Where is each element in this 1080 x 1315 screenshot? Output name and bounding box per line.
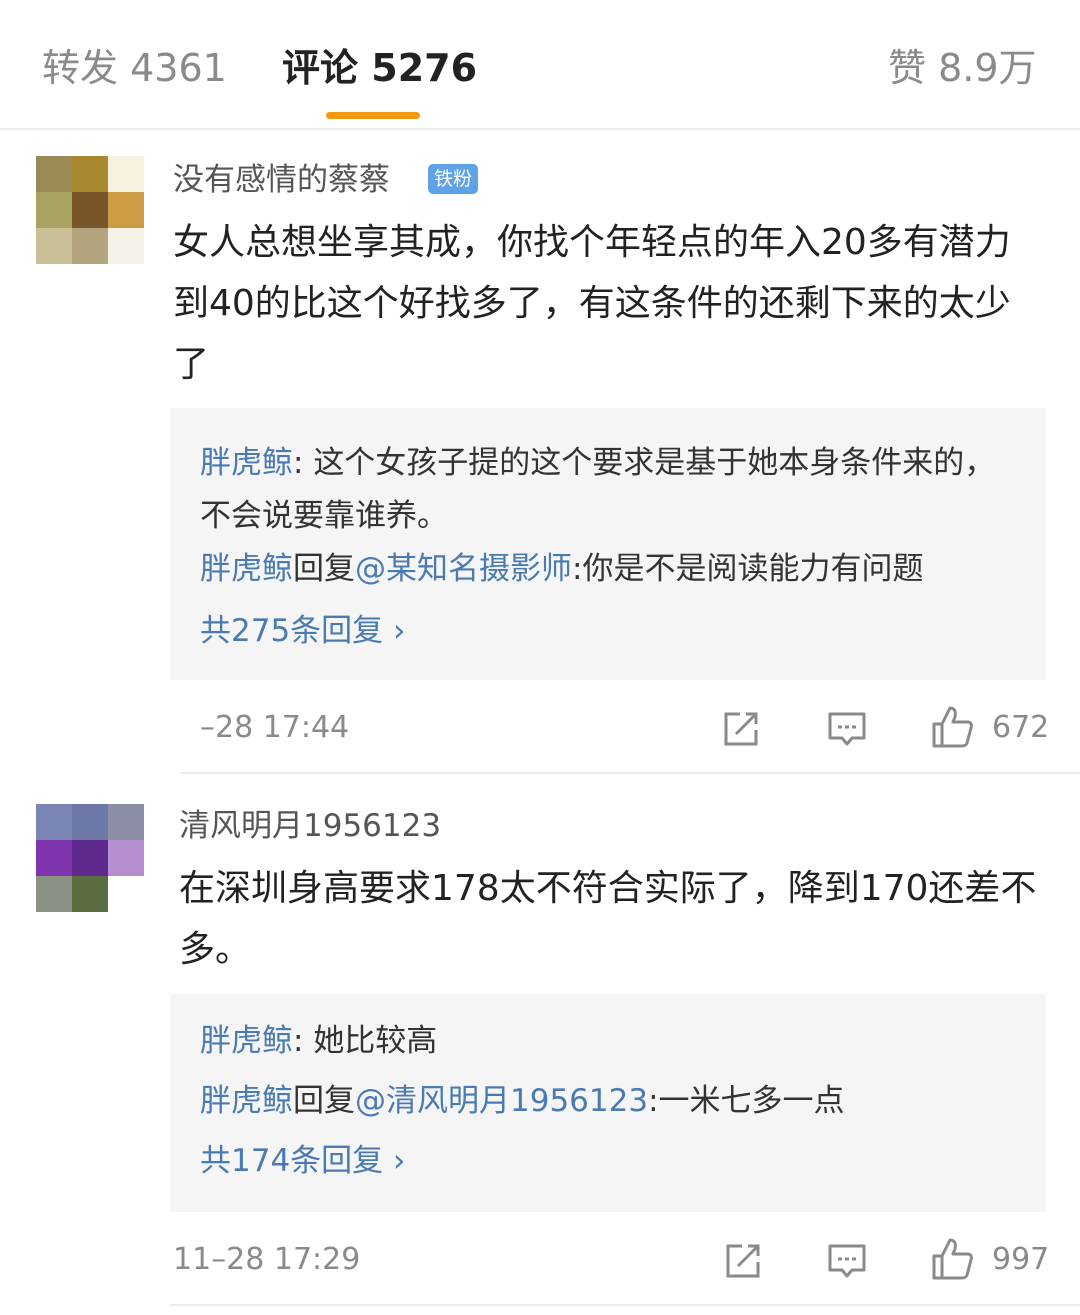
- like-count: 672: [992, 710, 1050, 745]
- more-replies-link[interactable]: 共275条回复 ›: [200, 610, 405, 652]
- reply-line: 胖虎鲸: 她比较高: [200, 1020, 437, 1062]
- avatar[interactable]: [36, 156, 144, 264]
- avatar-pixel: [108, 804, 144, 840]
- tab-comments-label: 评论: [282, 46, 359, 90]
- reply-line: 胖虎鲸回复@某知名摄影师:你是不是阅读能力有问题: [200, 548, 923, 590]
- tab-likes[interactable]: 赞 8.9万: [888, 42, 1037, 94]
- avatar[interactable]: [36, 804, 144, 912]
- fan-badge: 铁粉: [428, 164, 479, 194]
- avatar-pixel: [108, 876, 144, 912]
- share-icon[interactable]: [722, 1240, 764, 1282]
- tab-likes-label: 赞: [888, 46, 927, 90]
- avatar-pixel: [36, 192, 72, 228]
- avatar-pixel: [72, 156, 108, 192]
- tab-comments[interactable]: 评论 5276: [282, 42, 477, 94]
- active-tab-indicator: [326, 112, 420, 119]
- comment-icon[interactable]: [826, 708, 868, 750]
- reply-text: 这个女孩子提的这个要求是基于她本身条件来的，不会说要靠谁养。: [200, 445, 996, 534]
- avatar-pixel: [36, 876, 72, 912]
- reply-box[interactable]: 胖虎鲸: 她比较高 胖虎鲸回复@清风明月1956123:一米七多一点 共174条…: [170, 994, 1046, 1212]
- reply-box[interactable]: 胖虎鲸: 这个女孩子提的这个要求是基于她本身条件来的，不会说要靠谁养。 胖虎鲸回…: [170, 408, 1046, 680]
- tab-bar: 转发 4361 评论 5276 赞 8.9万: [0, 0, 1080, 130]
- divider: [180, 772, 1080, 774]
- avatar-pixel: [36, 228, 72, 264]
- reply-author[interactable]: 胖虎鲸: [200, 1083, 293, 1119]
- reply-text: 她比较高: [313, 1023, 438, 1059]
- divider: [170, 1304, 1080, 1306]
- avatar-pixel: [108, 156, 144, 192]
- comment-username[interactable]: 清风明月1956123: [179, 806, 441, 846]
- reply-mention[interactable]: @某知名摄影师: [355, 551, 572, 587]
- comment-username[interactable]: 没有感情的蔡蔡: [173, 160, 390, 200]
- reply-connector: 回复: [293, 551, 355, 587]
- avatar-pixel: [72, 804, 108, 840]
- reply-mention[interactable]: @清风明月1956123: [355, 1083, 648, 1119]
- avatar-pixel: [36, 840, 72, 876]
- comment-text: 女人总想坐享其成，你找个年轻点的年入20多有潜力到40的比这个好找多了，有这条件…: [173, 222, 1011, 385]
- avatar-pixel: [72, 192, 108, 228]
- comment-timestamp: 11–28 17:29: [173, 1242, 361, 1277]
- tab-comments-count: 5276: [371, 46, 478, 90]
- avatar-pixel: [108, 840, 144, 876]
- tab-reposts-count: 4361: [130, 46, 227, 90]
- avatar-pixel: [72, 228, 108, 264]
- tab-reposts-label: 转发: [42, 46, 119, 90]
- reply-connector: :: [293, 1023, 314, 1059]
- comment-text: 在深圳身高要求178太不符合实际了，降到170还差不多。: [179, 868, 1037, 970]
- avatar-pixel: [36, 156, 72, 192]
- avatar-pixel: [36, 804, 72, 840]
- avatar-pixel: [72, 840, 108, 876]
- reply-connector: 回复: [293, 1083, 355, 1119]
- reply-author[interactable]: 胖虎鲸: [200, 445, 293, 481]
- reply-line: 胖虎鲸: 这个女孩子提的这个要求是基于她本身条件来的，不会说要靠谁养。: [200, 437, 1000, 543]
- avatar-pixel: [72, 876, 108, 912]
- avatar-pixel: [108, 192, 144, 228]
- reply-line: 胖虎鲸回复@清风明月1956123:一米七多一点: [200, 1080, 845, 1122]
- thumbs-up-icon[interactable]: [930, 1236, 974, 1282]
- reply-author[interactable]: 胖虎鲸: [200, 551, 293, 587]
- reply-connector: :: [293, 445, 314, 481]
- avatar-pixel: [108, 228, 144, 264]
- like-count: 997: [992, 1242, 1050, 1277]
- reply-text: :一米七多一点: [648, 1083, 845, 1119]
- more-replies-link[interactable]: 共174条回复 ›: [200, 1140, 405, 1182]
- thumbs-up-icon[interactable]: [930, 704, 974, 750]
- reply-text: :你是不是阅读能力有问题: [572, 551, 924, 587]
- comment-icon[interactable]: [826, 1240, 868, 1282]
- comment-timestamp: –28 17:44: [200, 710, 350, 745]
- tab-likes-count: 8.9万: [938, 46, 1037, 90]
- reply-author[interactable]: 胖虎鲸: [200, 1023, 293, 1059]
- tab-reposts[interactable]: 转发 4361: [42, 42, 227, 94]
- share-icon[interactable]: [720, 708, 762, 750]
